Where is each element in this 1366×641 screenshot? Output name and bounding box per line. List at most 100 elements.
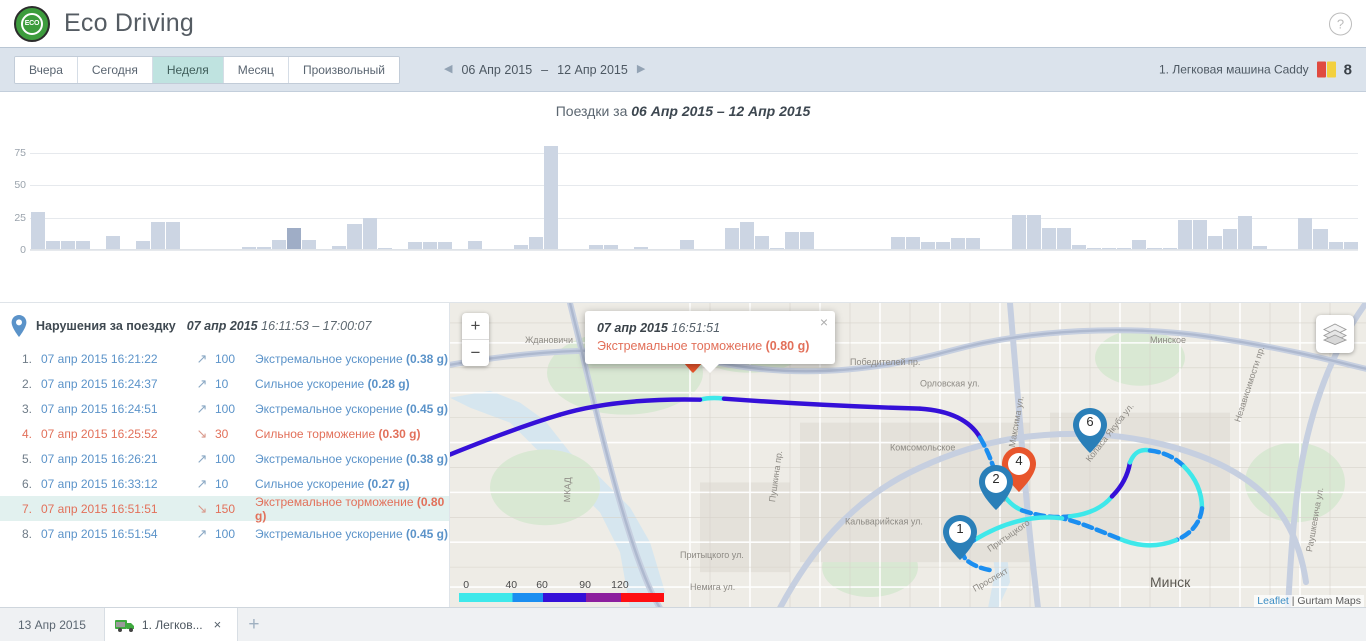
chart-plot: [30, 140, 1358, 251]
chart-bar[interactable]: [543, 146, 558, 250]
violation-time: 07 апр 2015 16:25:52: [41, 426, 158, 441]
vehicle-selector[interactable]: 1. Легковая машина Caddy 8: [1159, 61, 1352, 78]
chart-bar[interactable]: [800, 231, 815, 250]
chart-bar[interactable]: [724, 228, 739, 250]
chart-bar[interactable]: [1026, 215, 1041, 250]
chart-bar[interactable]: [755, 235, 770, 250]
chart-bar[interactable]: [1313, 229, 1328, 250]
violation-row[interactable]: 6. 07 апр 2015 16:33:12 ↗ 10 Сильное ускорен…: [0, 471, 449, 496]
speed-legend-tick: 0: [463, 579, 470, 591]
date-range-to: 12 Апр 2015: [557, 62, 628, 77]
map-marker-6[interactable]: 6: [1073, 408, 1107, 453]
period-button-0[interactable]: Вчера: [15, 56, 78, 83]
violation-penalty: 30: [215, 426, 229, 441]
violation-value: (0.38 g): [405, 451, 448, 466]
period-button-3[interactable]: Месяц: [223, 56, 289, 83]
svg-text:Немига ул.: Немига ул.: [690, 582, 735, 592]
period-button-4[interactable]: Произвольный: [288, 56, 399, 83]
violation-row[interactable]: 1. 07 апр 2015 16:21:22 ↗ 100 Экстремальное …: [0, 346, 449, 371]
period-button-2[interactable]: Неделя: [152, 56, 224, 83]
violation-row[interactable]: 2. 07 апр 2015 16:24:37 ↗ 10 Сильное ускорен…: [0, 371, 449, 396]
violation-row[interactable]: 8. 07 апр 2015 16:51:54 ↗ 100 Экстремальное …: [0, 521, 449, 546]
violation-description: Сильное ускорение (0.28 g): [255, 377, 449, 391]
violation-description-text: Экстремальное ускорение: [255, 351, 403, 366]
violation-time: 07 апр 2015 16:51:54: [41, 526, 158, 541]
speed-legend-gradient: [458, 593, 664, 602]
violation-description-text: Экстремальное ускорение: [255, 451, 403, 466]
violation-index: 7.: [21, 501, 32, 516]
map-panel[interactable]: Ждановичи Победителей пр. Орловская ул. …: [450, 302, 1366, 608]
chart-bar[interactable]: [1207, 235, 1222, 250]
violation-count: 8: [1343, 61, 1352, 78]
taskbar-add-button[interactable]: +: [238, 608, 270, 641]
chart-bar[interactable]: [1056, 228, 1071, 250]
violation-row[interactable]: 4. 07 апр 2015 16:25:52 ↘ 30 Сильное торможе…: [0, 421, 449, 446]
chart-bar[interactable]: [739, 221, 754, 250]
violation-row[interactable]: 5. 07 апр 2015 16:26:21 ↗ 100 Экстремальное …: [0, 446, 449, 471]
violation-index: 1.: [21, 351, 32, 366]
map-marker-1[interactable]: 1: [943, 515, 977, 560]
violation-value: (0.27 g): [367, 476, 410, 491]
chart-bar[interactable]: [785, 231, 800, 250]
violation-time: 07 апр 2015 16:24:37: [41, 376, 158, 391]
zoom-out-button[interactable]: −: [462, 340, 489, 366]
zoom-in-button[interactable]: +: [462, 313, 489, 340]
braking-arrow-icon: ↘: [196, 425, 208, 441]
chart-bar[interactable]: [1222, 229, 1237, 250]
map-layers-button[interactable]: [1316, 315, 1354, 353]
chart-title-to: 12 Апр 2015: [728, 103, 811, 119]
svg-text:Минское: Минское: [1150, 335, 1186, 345]
eco-logo-icon: ECO: [14, 5, 50, 42]
chart-bar[interactable]: [362, 217, 377, 250]
period-button-1[interactable]: Сегодня: [77, 56, 153, 83]
speed-legend-tick: 60: [536, 579, 548, 591]
chart-bar[interactable]: [1192, 220, 1207, 250]
leaflet-link[interactable]: Leaflet: [1257, 595, 1289, 607]
violation-penalty: 100: [215, 401, 236, 416]
chart-gridline-0: [30, 250, 1358, 251]
chart-area: 0 25 50 75: [0, 132, 1366, 272]
acceleration-arrow-icon: ↗: [196, 475, 208, 491]
chart-bar[interactable]: [1041, 228, 1056, 250]
speed-legend-labels: 0 40 60 90 120: [458, 579, 663, 593]
svg-text:Кальварийская ул.: Кальварийская ул.: [845, 516, 923, 526]
yellow-card-icon: [1326, 61, 1336, 78]
chart-bar[interactable]: [166, 221, 181, 250]
violation-description-text: Сильное торможение: [255, 426, 376, 441]
date-range-nav: ◀ 06 Апр 2015 – 12 Апр 2015 ▶: [444, 63, 645, 77]
date-range-from: 06 Апр 2015: [461, 62, 533, 77]
violations-list: 1. 07 апр 2015 16:21:22 ↗ 100 Экстремальное …: [0, 346, 449, 546]
chart-bar[interactable]: [1011, 215, 1026, 250]
popup-violation-text: Экстремальное торможение: [597, 339, 763, 353]
violation-description: Экстремальное торможение (0.80 g): [255, 495, 449, 523]
speed-legend-tick: 40: [505, 579, 518, 591]
chart-bar[interactable]: [30, 212, 45, 250]
chart-ytick-0: 0: [20, 244, 26, 256]
chart-bar[interactable]: [105, 235, 121, 250]
prev-period-arrow[interactable]: ◀: [444, 64, 452, 75]
chart-title: Поездки за 06 Апр 2015 – 12 Апр 2015: [0, 92, 1366, 119]
violation-index: 4.: [21, 426, 32, 441]
chart-bar[interactable]: [151, 221, 166, 250]
chart-bar[interactable]: [1238, 216, 1253, 250]
taskbar-date[interactable]: 13 Апр 2015: [0, 608, 104, 641]
acceleration-arrow-icon: ↗: [196, 375, 208, 391]
chart-bar[interactable]: [347, 224, 362, 250]
taskbar-tab-close-icon[interactable]: ×: [214, 617, 222, 632]
svg-text:Ждановичи: Ждановичи: [525, 335, 573, 345]
chart-bar[interactable]: [1177, 220, 1192, 250]
help-icon[interactable]: ?: [1329, 12, 1352, 35]
map-marker-2[interactable]: 2: [979, 465, 1013, 510]
violation-row[interactable]: 7. 07 апр 2015 16:51:51 ↘ 150 Экстремальное …: [0, 495, 449, 523]
violation-value: (0.45 g): [405, 526, 448, 541]
violations-trip-date: 07 апр 2015: [186, 319, 258, 333]
chart-bar[interactable]: [1298, 217, 1313, 250]
eco-driving-app: ECO Eco Driving ? Вчера Сегодня Неделя Меся…: [0, 0, 1366, 641]
violation-row[interactable]: 3. 07 апр 2015 16:24:51 ↗ 100 Экстремальное …: [0, 396, 449, 421]
popup-close-icon[interactable]: ×: [820, 315, 828, 329]
chart-bars[interactable]: [30, 140, 1358, 250]
next-period-arrow[interactable]: ▶: [637, 64, 645, 75]
app-header: ECO Eco Driving ?: [0, 0, 1366, 48]
chart-bar[interactable]: [287, 228, 302, 250]
taskbar-tab-vehicle[interactable]: 1. Легков... ×: [103, 608, 238, 641]
